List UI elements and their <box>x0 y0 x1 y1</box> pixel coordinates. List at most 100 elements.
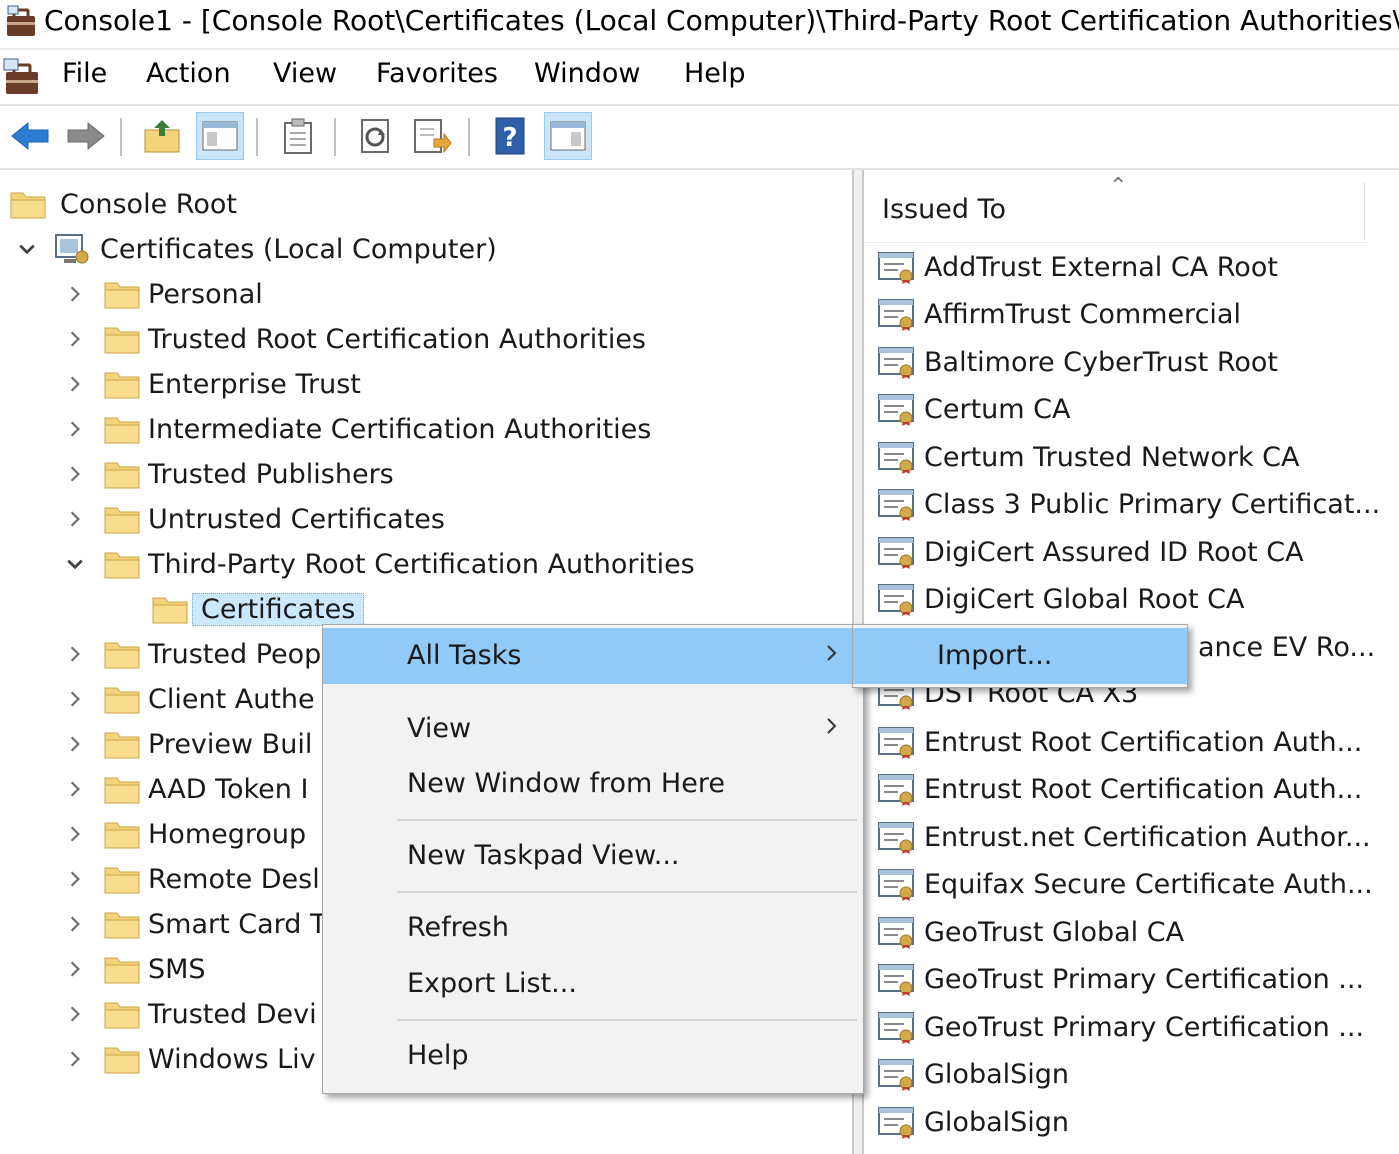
tree-node-label: Windows Liv <box>148 1043 316 1075</box>
tree-node-label: Remote Desl <box>148 863 320 895</box>
refresh-button[interactable] <box>352 112 400 160</box>
chevron-right-icon[interactable] <box>60 1050 90 1068</box>
menu-window[interactable]: Window <box>534 58 640 89</box>
chevron-right-icon[interactable] <box>60 960 90 978</box>
menu-item-new-taskpad-view[interactable]: New Taskpad View... <box>323 828 863 884</box>
tree-node-homegroup[interactable]: Homegroup <box>60 812 314 856</box>
console-menu-icon[interactable] <box>2 56 42 96</box>
menu-item-export-list[interactable]: Export List... <box>323 956 863 1012</box>
up-one-level-button[interactable] <box>138 112 186 160</box>
folder-icon <box>104 369 140 399</box>
list-item[interactable]: Class 3 Public Primary Certificat... <box>878 481 1380 527</box>
list-item[interactable]: GeoTrust Primary Certification ... <box>878 1004 1364 1050</box>
column-header-label: Issued To <box>882 194 1006 225</box>
chevron-right-icon[interactable] <box>60 330 90 348</box>
folder-icon <box>104 459 140 489</box>
chevron-right-icon[interactable] <box>60 780 90 798</box>
chevron-right-icon[interactable] <box>60 735 90 753</box>
folder-icon <box>152 594 188 624</box>
tree-node-label: Homegroup <box>148 818 307 850</box>
menu-item-label: New Taskpad View... <box>407 840 680 871</box>
tree-node-third-party-root-ca[interactable]: Third-Party Root Certification Authoriti… <box>60 542 703 586</box>
menu-favorites[interactable]: Favorites <box>376 58 498 89</box>
tree-node-trusted-devices[interactable]: Trusted Devi <box>60 992 325 1036</box>
tree-node-trusted-people[interactable]: Trusted Peop <box>60 632 329 676</box>
list-item[interactable]: GeoTrust Global CA <box>878 909 1184 955</box>
chevron-down-icon[interactable] <box>60 555 90 573</box>
back-button[interactable] <box>6 112 54 160</box>
chevron-right-icon[interactable] <box>60 870 90 888</box>
chevron-right-icon[interactable] <box>60 285 90 303</box>
show-hide-console-tree-button[interactable] <box>196 112 244 160</box>
chevron-right-icon[interactable] <box>60 1005 90 1023</box>
menu-item-help[interactable]: Help <box>323 1028 863 1084</box>
properties-button[interactable] <box>274 112 322 160</box>
export-list-button[interactable] <box>408 112 456 160</box>
up-folder-icon <box>144 120 180 153</box>
tree-node-intermediate-ca[interactable]: Intermediate Certification Authorities <box>60 407 659 451</box>
tree-node-label: Preview Buil <box>148 728 313 760</box>
list-item[interactable]: GlobalSign <box>878 1051 1069 1097</box>
list-item[interactable]: Certum Trusted Network CA <box>878 434 1300 480</box>
tree-node-enterprise-trust[interactable]: Enterprise Trust <box>60 362 369 406</box>
tree-node-certificates-local-computer[interactable]: Certificates (Local Computer) <box>12 227 505 271</box>
tree-node-aad-token[interactable]: AAD Token I <box>60 767 316 811</box>
list-item[interactable]: Entrust.net Certification Author... <box>878 814 1371 860</box>
tree-node-trusted-root-ca[interactable]: Trusted Root Certification Authorities <box>60 317 654 361</box>
chevron-right-icon[interactable] <box>60 420 90 438</box>
forward-arrow-icon <box>67 121 105 151</box>
chevron-right-icon[interactable] <box>60 690 90 708</box>
list-item[interactable]: AddTrust External CA Root <box>878 244 1278 290</box>
menu-item-view[interactable]: View <box>323 701 863 757</box>
column-header-issued-to[interactable]: ⌃ Issued To <box>864 170 1369 243</box>
tree-node-client-authentication[interactable]: Client Authe <box>60 677 323 721</box>
chevron-right-icon[interactable] <box>60 375 90 393</box>
list-item-label: GlobalSign <box>924 1058 1070 1090</box>
list-item[interactable]: Equifax Secure Certificate Auth... <box>878 861 1373 907</box>
list-item[interactable]: AffirmTrust Commercial <box>878 291 1241 337</box>
menu-item-refresh[interactable]: Refresh <box>323 900 863 956</box>
chevron-right-icon[interactable] <box>60 825 90 843</box>
tree-node-remote-desktop[interactable]: Remote Desl <box>60 857 328 901</box>
list-item[interactable]: Baltimore CyberTrust Root <box>878 339 1278 385</box>
chevron-right-icon[interactable] <box>60 510 90 528</box>
menu-item-import[interactable]: Import... <box>853 628 1187 684</box>
tree-node-smart-card[interactable]: Smart Card T <box>60 902 335 946</box>
chevron-right-icon[interactable] <box>60 645 90 663</box>
tree-node-personal[interactable]: Personal <box>60 272 271 316</box>
help-button[interactable]: ? <box>486 112 534 160</box>
tree-node-label: Certificates (Local Computer) <box>100 233 497 265</box>
list-item-label: ance EV Ro... <box>1198 631 1376 663</box>
tree-node-sms[interactable]: SMS <box>60 947 214 991</box>
tree-node-preview-build[interactable]: Preview Buil <box>60 722 320 766</box>
svg-text:?: ? <box>502 123 517 153</box>
list-item[interactable]: Certum CA <box>878 386 1070 432</box>
menu-action[interactable]: Action <box>146 58 231 89</box>
certificate-icon <box>878 440 916 474</box>
folder-icon <box>104 954 140 984</box>
tree-node-windows-live[interactable]: Windows Liv <box>60 1037 324 1081</box>
forward-button[interactable] <box>62 112 110 160</box>
list-item[interactable]: GlobalSign <box>878 1099 1069 1145</box>
menu-separator <box>397 819 857 821</box>
menu-view[interactable]: View <box>273 58 337 89</box>
tree-node-trusted-publishers[interactable]: Trusted Publishers <box>60 452 402 496</box>
menu-item-new-window-from-here[interactable]: New Window from Here <box>323 756 863 812</box>
menu-file[interactable]: File <box>62 58 107 89</box>
list-item[interactable]: DigiCert Global Root CA <box>878 576 1244 622</box>
menu-item-all-tasks[interactable]: All Tasks <box>323 628 863 684</box>
menu-help[interactable]: Help <box>684 58 746 89</box>
menu-bar: File Action View Favorites Window Help <box>0 48 1399 104</box>
list-item-label: GeoTrust Primary Certification ... <box>924 963 1365 995</box>
list-item[interactable]: Entrust Root Certification Auth... <box>878 719 1362 765</box>
list-item[interactable]: DigiCert Assured ID Root CA <box>878 529 1304 575</box>
chevron-right-icon[interactable] <box>60 465 90 483</box>
chevron-right-icon[interactable] <box>60 915 90 933</box>
tree-node-console-root[interactable]: Console Root <box>10 182 245 226</box>
tree-node-untrusted-certificates[interactable]: Untrusted Certificates <box>60 497 453 541</box>
list-item[interactable]: Entrust Root Certification Auth... <box>878 766 1362 812</box>
chevron-down-icon[interactable] <box>12 240 42 258</box>
properties-icon <box>284 118 312 154</box>
list-item[interactable]: GeoTrust Primary Certification ... <box>878 956 1364 1002</box>
show-hide-action-pane-button[interactable] <box>544 112 592 160</box>
